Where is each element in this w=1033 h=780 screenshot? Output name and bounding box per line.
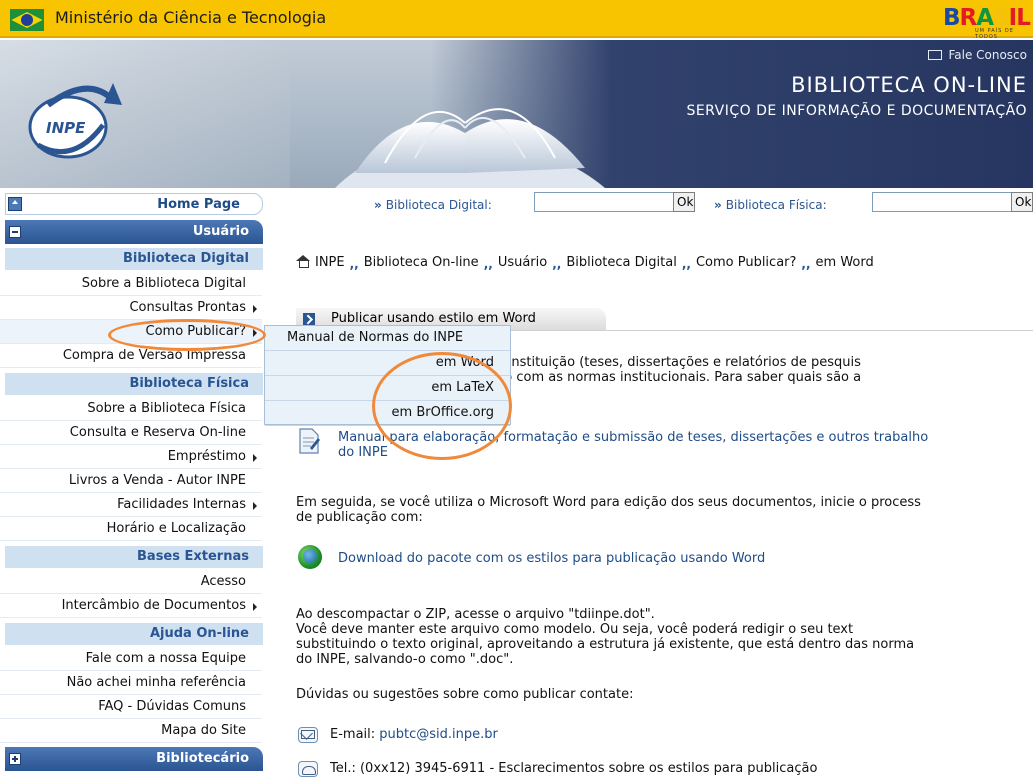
- section-ajuda-online: Ajuda On-line: [5, 623, 263, 645]
- brazil-flag-icon: [10, 9, 44, 31]
- submenu-arrow-icon: [253, 603, 257, 611]
- telephone-icon: [298, 761, 318, 777]
- doubts-text: Dúvidas ou sugestões sobre como publicar…: [296, 687, 634, 702]
- annotation-ellipse-como-publicar: [108, 319, 266, 351]
- sidebar-item-consulta-reserva[interactable]: Consulta e Reserva On-line: [0, 421, 262, 445]
- sidebar-item-fale-equipe[interactable]: Fale com a nossa Equipe: [0, 647, 262, 671]
- email-icon: [298, 727, 318, 743]
- sidebar-header-bibliotecario[interactable]: Bibliotecário: [5, 747, 263, 771]
- search-bar: » Biblioteca Digital: Ok » Biblioteca Físi…: [264, 190, 1033, 216]
- government-bar: Ministério da Ciência e Tecnologia BRASI…: [0, 0, 1033, 40]
- digital-search-label: » Biblioteca Digital:: [374, 198, 492, 212]
- sidebar-item-label: Empréstimo: [167, 449, 246, 464]
- zip-line-1: Ao descompactar o ZIP, acesse o arquivo …: [296, 607, 655, 622]
- sidebar-item-acesso[interactable]: Acesso: [0, 570, 262, 594]
- section-biblioteca-fisica: Biblioteca Física: [5, 373, 263, 395]
- breadcrumb-item[interactable]: INPE: [315, 255, 345, 270]
- envelope-icon: [928, 50, 943, 60]
- home-icon: [8, 197, 22, 211]
- search-label-text: Biblioteca Física:: [725, 198, 827, 212]
- inpe-logo-text: INPE: [46, 119, 86, 137]
- breadcrumb-item[interactable]: Biblioteca On-line: [364, 255, 479, 270]
- sidebar-home-label: Home Page: [157, 197, 240, 212]
- section-bases-externas: Bases Externas: [5, 546, 263, 568]
- double-chevron-icon: »: [374, 198, 382, 212]
- breadcrumb: INPE,, Biblioteca On-line,, Usuário,, Bibli…: [296, 255, 874, 271]
- sidebar-item-label: Consultas Prontas: [129, 300, 246, 315]
- physical-search-ok-button[interactable]: Ok: [1011, 192, 1033, 212]
- annotation-ellipse-format-options: [372, 352, 512, 460]
- header-banner: INPE Fale Conosco BIBLIOTECA ON-LINE SER…: [0, 40, 1033, 188]
- double-chevron-icon: »: [714, 198, 722, 212]
- sidebar-item-label: Facilidades Internas: [117, 497, 246, 512]
- sidebar-item-intercambio-documentos[interactable]: Intercâmbio de Documentos: [0, 594, 262, 618]
- breadcrumb-item-current: em Word: [815, 255, 874, 270]
- download-link[interactable]: Download do pacote com os estilos para p…: [338, 551, 1033, 566]
- download-globe-icon[interactable]: [298, 545, 322, 569]
- email-link[interactable]: pubtc@sid.inpe.br: [379, 727, 498, 742]
- submenu-manual-normas[interactable]: Manual de Normas do INPE: [265, 326, 510, 351]
- email-line: E-mail: pubtc@sid.inpe.br: [330, 727, 730, 742]
- sidebar: Home Page Usuário Biblioteca Digital Sob…: [0, 190, 264, 780]
- zip-line-3: substituindo o texto original, aproveita…: [296, 637, 915, 652]
- expand-icon[interactable]: [9, 753, 21, 765]
- arrow-box-icon: [303, 313, 315, 325]
- sidebar-item-nao-achei-referencia[interactable]: Não achei minha referência: [0, 671, 262, 695]
- brasil-slogan: UM PAÍS DE TODOS: [975, 28, 1014, 40]
- site-title: BIBLIOTECA ON-LINE: [791, 73, 1027, 97]
- ministry-title[interactable]: Ministério da Ciência e Tecnologia: [55, 8, 326, 27]
- sidebar-header-label: Usuário: [192, 224, 249, 239]
- sidebar-item-sobre-biblioteca-digital[interactable]: Sobre a Biblioteca Digital: [0, 272, 262, 296]
- sidebar-item-livros-venda[interactable]: Livros a Venda - Autor INPE: [0, 469, 262, 493]
- collapse-icon[interactable]: [9, 226, 21, 238]
- digital-search-input[interactable]: [534, 192, 689, 212]
- contact-link[interactable]: Fale Conosco: [928, 48, 1027, 62]
- sidebar-item-faq[interactable]: FAQ - Dúvidas Comuns: [0, 695, 262, 719]
- section-biblioteca-digital: Biblioteca Digital: [5, 248, 263, 270]
- sidebar-header-usuario[interactable]: Usuário: [5, 220, 263, 244]
- inpe-logo[interactable]: INPE: [18, 65, 128, 175]
- zip-line-2: Você deve manter este arquivo como model…: [296, 622, 854, 637]
- site-subtitle: SERVIÇO DE INFORMAÇÃO E DOCUMENTAÇÃO: [686, 103, 1027, 119]
- sidebar-home-page[interactable]: Home Page: [5, 193, 263, 215]
- next-step-line-2: de publicação com:: [296, 510, 423, 525]
- search-label-text: Biblioteca Digital:: [385, 198, 492, 212]
- breadcrumb-item[interactable]: Biblioteca Digital: [566, 255, 676, 270]
- sidebar-item-facilidades-internas[interactable]: Facilidades Internas: [0, 493, 262, 517]
- physical-search-label: » Biblioteca Física:: [714, 198, 827, 212]
- breadcrumb-item[interactable]: Como Publicar?: [696, 255, 796, 270]
- next-step-line-1: Em seguida, se você utiliza o Microsoft …: [296, 495, 921, 510]
- contact-label: Fale Conosco: [948, 48, 1027, 62]
- sidebar-item-mapa-site[interactable]: Mapa do Site: [0, 719, 262, 743]
- breadcrumb-item[interactable]: Usuário: [498, 255, 547, 270]
- zip-line-4: do INPE, salvando-o como ".doc".: [296, 652, 514, 667]
- sidebar-item-horario-localizacao[interactable]: Horário e Localização: [0, 517, 262, 541]
- submenu-arrow-icon: [253, 502, 257, 510]
- email-label: E-mail:: [330, 727, 376, 742]
- sidebar-header-label: Bibliotecário: [156, 751, 249, 766]
- brasil-logo[interactable]: BRASIL UM PAÍS DE TODOS: [935, 3, 1033, 40]
- submenu-arrow-icon: [253, 305, 257, 313]
- open-book-icon: [335, 108, 605, 188]
- digital-search-ok-button[interactable]: Ok: [673, 192, 695, 212]
- home-icon[interactable]: [296, 255, 310, 268]
- document-edit-icon: [299, 428, 320, 454]
- sidebar-item-sobre-biblioteca-fisica[interactable]: Sobre a Biblioteca Física: [0, 397, 262, 421]
- sidebar-item-emprestimo[interactable]: Empréstimo: [0, 445, 262, 469]
- physical-search-input[interactable]: [872, 192, 1014, 212]
- tab-label: Publicar usando estilo em Word: [331, 311, 536, 326]
- telephone-line: Tel.: (0xx12) 3945-6911 - Esclarecimento…: [330, 761, 818, 776]
- sidebar-item-label: Intercâmbio de Documentos: [61, 598, 246, 613]
- submenu-arrow-icon: [253, 454, 257, 462]
- sidebar-item-consultas-prontas[interactable]: Consultas Prontas: [0, 296, 262, 320]
